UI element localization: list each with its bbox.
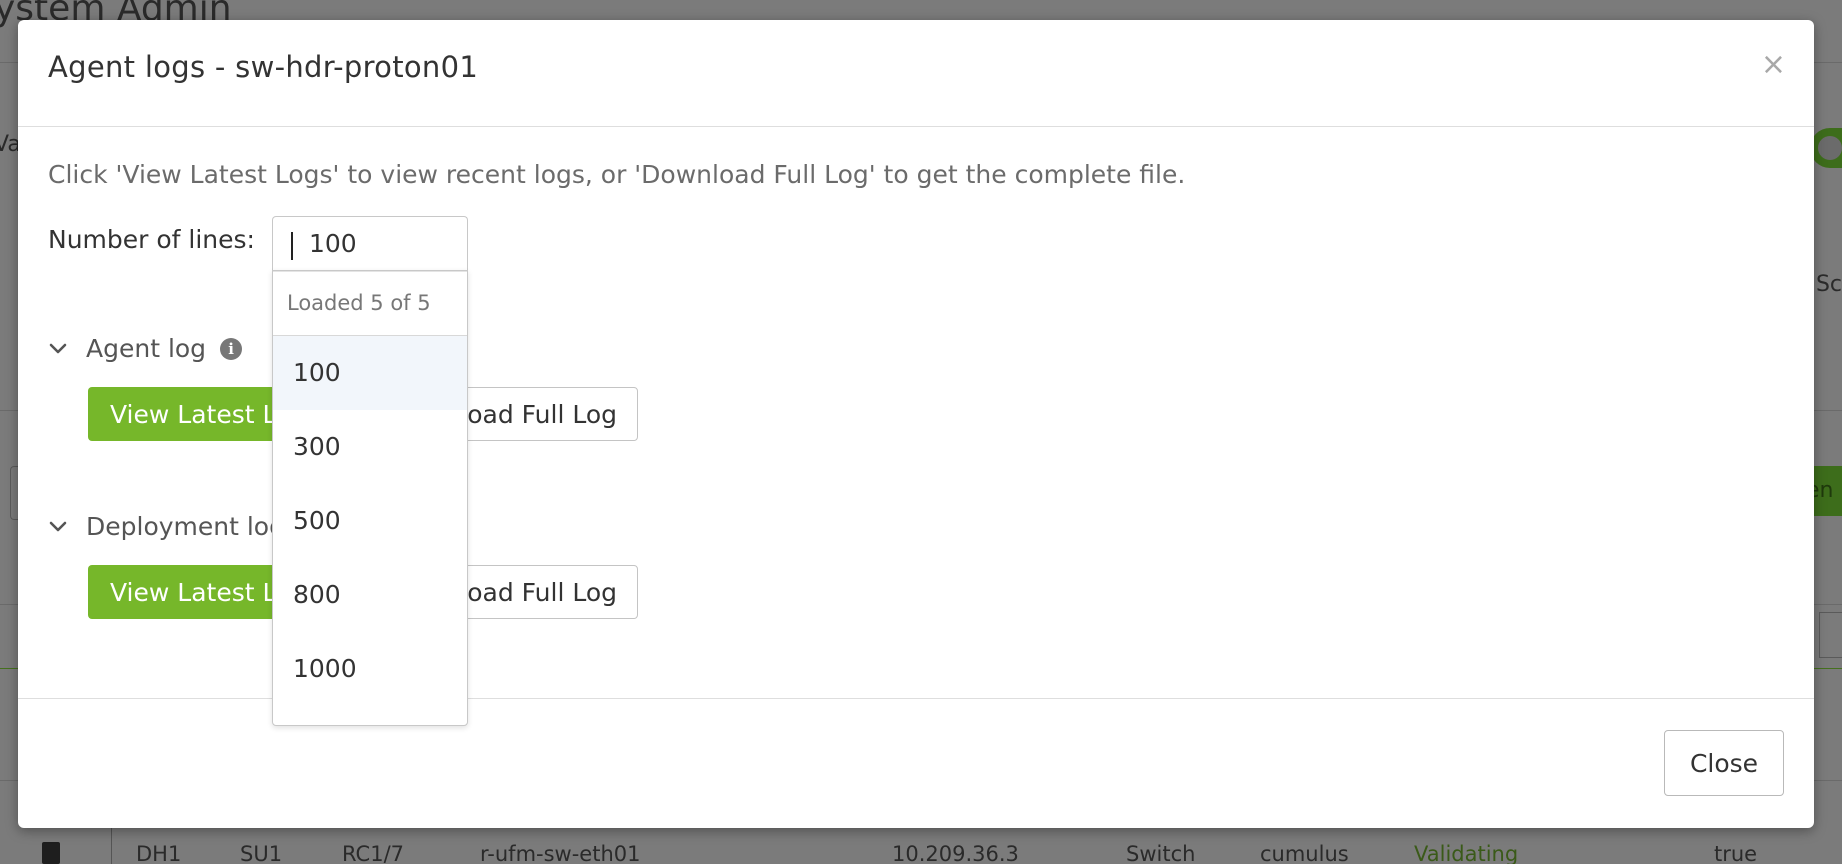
table-cell: 10.209.36.3	[892, 842, 1019, 864]
close-button[interactable]: Close	[1664, 730, 1784, 796]
number-of-lines-dropdown: Loaded 5 of 5 100 300 500 800 1000	[272, 270, 468, 726]
agent-log-title: Agent log	[86, 334, 207, 363]
table-cell: SU1	[240, 842, 283, 864]
status-cell: Validating	[1414, 842, 1519, 864]
background-box-edge	[1819, 612, 1842, 658]
chevron-down-icon	[49, 343, 67, 353]
deployment-log-title: Deployment log	[86, 512, 285, 541]
dropdown-option[interactable]: 100	[273, 336, 467, 410]
table-cell: DH1	[136, 842, 182, 864]
agent-log-section-toggle[interactable]: Agent log i	[48, 334, 243, 363]
text-caret	[291, 232, 293, 260]
table-cell: r-ufm-sw-eth01	[480, 842, 641, 864]
modal-header: Agent logs - sw-hdr-proton01 ×	[18, 20, 1814, 127]
table-cell: cumulus	[1260, 842, 1349, 864]
dropdown-option[interactable]: 500	[273, 484, 467, 558]
close-icon[interactable]: ×	[1761, 50, 1786, 80]
chevron-down-icon	[49, 521, 67, 531]
number-of-lines-select[interactable]: 100	[272, 216, 468, 270]
agent-logs-modal: Agent logs - sw-hdr-proton01 × Click 'Vi…	[18, 20, 1814, 828]
dropdown-option[interactable]: 300	[273, 410, 467, 484]
instructions-text: Click 'View Latest Logs' to view recent …	[48, 160, 1186, 189]
table-cell: RC1/7	[342, 842, 405, 864]
background-table-row: DH1 SU1 RC1/7 r-ufm-sw-eth01 10.209.36.3…	[0, 840, 1842, 864]
background-fragment-right: Sc	[1815, 272, 1842, 297]
table-cell: Switch	[1126, 842, 1196, 864]
info-icon[interactable]: i	[220, 337, 243, 360]
deployment-log-section-toggle[interactable]: Deployment log	[48, 512, 285, 541]
table-cell: true	[1714, 842, 1758, 864]
modal-title: Agent logs - sw-hdr-proton01	[48, 50, 479, 84]
select-value: 100	[309, 229, 357, 258]
number-of-lines-label: Number of lines:	[48, 225, 255, 254]
background-toggle	[1810, 128, 1842, 168]
dropdown-option[interactable]: 800	[273, 558, 467, 632]
dropdown-status: Loaded 5 of 5	[273, 271, 467, 336]
dropdown-option[interactable]: 1000	[273, 632, 467, 706]
